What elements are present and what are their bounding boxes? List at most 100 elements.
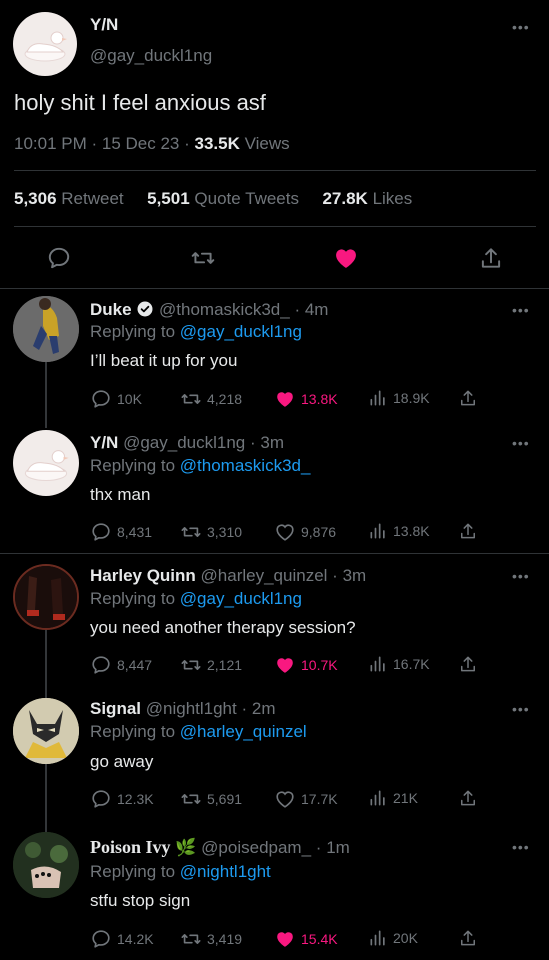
like-button[interactable]: 17.7K [274,788,338,810]
reply-author-handle[interactable]: @nightl1ght [146,699,237,718]
reply-button[interactable]: 8,431 [90,521,152,543]
more-options-icon[interactable]: ••• [512,303,530,317]
views-button[interactable]: 16.7K [368,654,430,674]
avatar[interactable] [13,296,79,362]
retweet-button[interactable]: 2,121 [180,654,242,676]
reply-author-name[interactable]: Y/N [90,433,118,452]
retweet-icon [191,252,215,264]
like-button[interactable] [332,244,360,277]
author-name[interactable]: Y/N [90,15,118,35]
replying-to: Replying to @nightl1ght [90,862,271,881]
likes-stat[interactable]: 27.8K Likes [322,189,412,208]
share-button[interactable] [478,244,504,277]
avatar-image [13,698,79,764]
reply-button[interactable]: 12.3K [90,788,154,810]
replying-to: Replying to @harley_quinzel [90,722,307,741]
reply-author-handle[interactable]: @thomaskick3d_ [159,300,290,319]
like-button[interactable]: 9,876 [274,521,336,543]
views-button[interactable]: 18.9K [368,388,430,408]
heart-filled-icon [336,249,356,268]
reply-time: 4m [304,300,329,319]
reply-count: 8,431 [117,524,153,540]
reply-text: I’ll beat it up for you [90,351,238,370]
avatar[interactable] [13,12,77,76]
more-options-icon[interactable]: ••• [512,569,530,583]
retweet-button[interactable]: 5,691 [180,788,242,810]
like-count: 17.7K [301,791,338,807]
more-options-icon[interactable]: ••• [512,436,530,450]
views-button[interactable]: 13.8K [368,521,430,541]
tweet-text: holy shit I feel anxious asf [14,90,266,115]
share-button[interactable] [458,387,478,409]
retweet-button[interactable]: 4,218 [180,388,242,410]
views-count: 16.7K [393,656,430,672]
reply-button[interactable] [46,245,72,276]
retweet-button[interactable]: 3,310 [180,521,242,543]
reply-author-name[interactable]: Duke [90,300,132,319]
views-button[interactable]: 21K [368,788,418,808]
more-options-icon[interactable]: ••• [512,20,530,34]
reply-count: 12.3K [117,791,154,807]
reply-text: thx man [90,485,151,504]
avatar[interactable] [13,430,79,496]
reply-author-name[interactable]: Signal [90,699,141,718]
more-options-icon[interactable]: ••• [512,840,530,854]
views-chart-icon [370,523,385,539]
views-chart-icon [370,390,385,406]
author-handle[interactable]: @gay_duckl1ng [90,46,212,66]
like-button[interactable]: 13.8K [274,388,338,410]
reply-author-handle[interactable]: @poisedpam_ [201,838,311,857]
reply-time: 3m [342,566,367,585]
heart-outline-icon [276,524,294,541]
reply-header: Harley Quinn @harley_quinzel · 3m [90,566,367,585]
reply-author-name[interactable]: Poison Ivy [90,837,171,857]
share-button[interactable] [458,520,478,542]
views-label: Views [244,134,290,153]
views-chart-icon [370,790,385,806]
replying-to-link[interactable]: @harley_quinzel [180,722,307,741]
share-icon [461,390,475,406]
share-icon [461,656,475,672]
avatar[interactable] [13,564,79,630]
share-button[interactable] [458,927,478,949]
avatar[interactable] [13,698,79,764]
share-button[interactable] [458,653,478,675]
reply-icon [92,523,110,541]
avatar-image [13,296,79,362]
retweet-button[interactable]: 3,419 [180,928,242,950]
verified-badge-icon [137,301,153,317]
reply-author-name[interactable]: Harley Quinn [90,566,196,585]
retweets-stat[interactable]: 5,306 Retweet [14,189,124,208]
views-count: 13.8K [393,523,430,539]
reply-icon [48,247,70,269]
share-icon [461,790,475,806]
reply-count: 14.2K [117,931,154,947]
thread-line [45,764,47,832]
more-options-icon[interactable]: ••• [512,702,530,716]
heart-outline-icon [276,791,294,808]
quotes-stat[interactable]: 5,501 Quote Tweets [147,189,299,208]
reply-button[interactable]: 10K [90,388,142,410]
reply-icon [92,790,110,808]
retweet-icon [181,934,201,944]
divider [14,226,536,227]
reply-button[interactable]: 8,447 [90,654,152,676]
like-button[interactable]: 15.4K [274,928,338,950]
like-button[interactable]: 10.7K [274,654,338,676]
heart-filled-icon [277,658,293,673]
engagement-stats: 5,306 Retweet 5,501 Quote Tweets 27.8K L… [14,189,412,209]
retweet-button[interactable] [189,245,217,276]
reply-author-handle[interactable]: @gay_duckl1ng [123,433,245,452]
replying-to-link[interactable]: @gay_duckl1ng [180,322,302,341]
share-button[interactable] [458,787,478,809]
share-icon [461,523,475,539]
replying-to-link[interactable]: @gay_duckl1ng [180,589,302,608]
views-count[interactable]: 33.5K [195,134,240,153]
replying-to-link[interactable]: @nightl1ght [180,862,271,881]
reply-button[interactable]: 14.2K [90,928,154,950]
reply-author-handle[interactable]: @harley_quinzel [201,566,328,585]
avatar-image [13,832,79,898]
views-button[interactable]: 20K [368,928,418,948]
avatar[interactable] [13,832,79,898]
replying-to-link[interactable]: @thomaskick3d_ [180,456,311,475]
